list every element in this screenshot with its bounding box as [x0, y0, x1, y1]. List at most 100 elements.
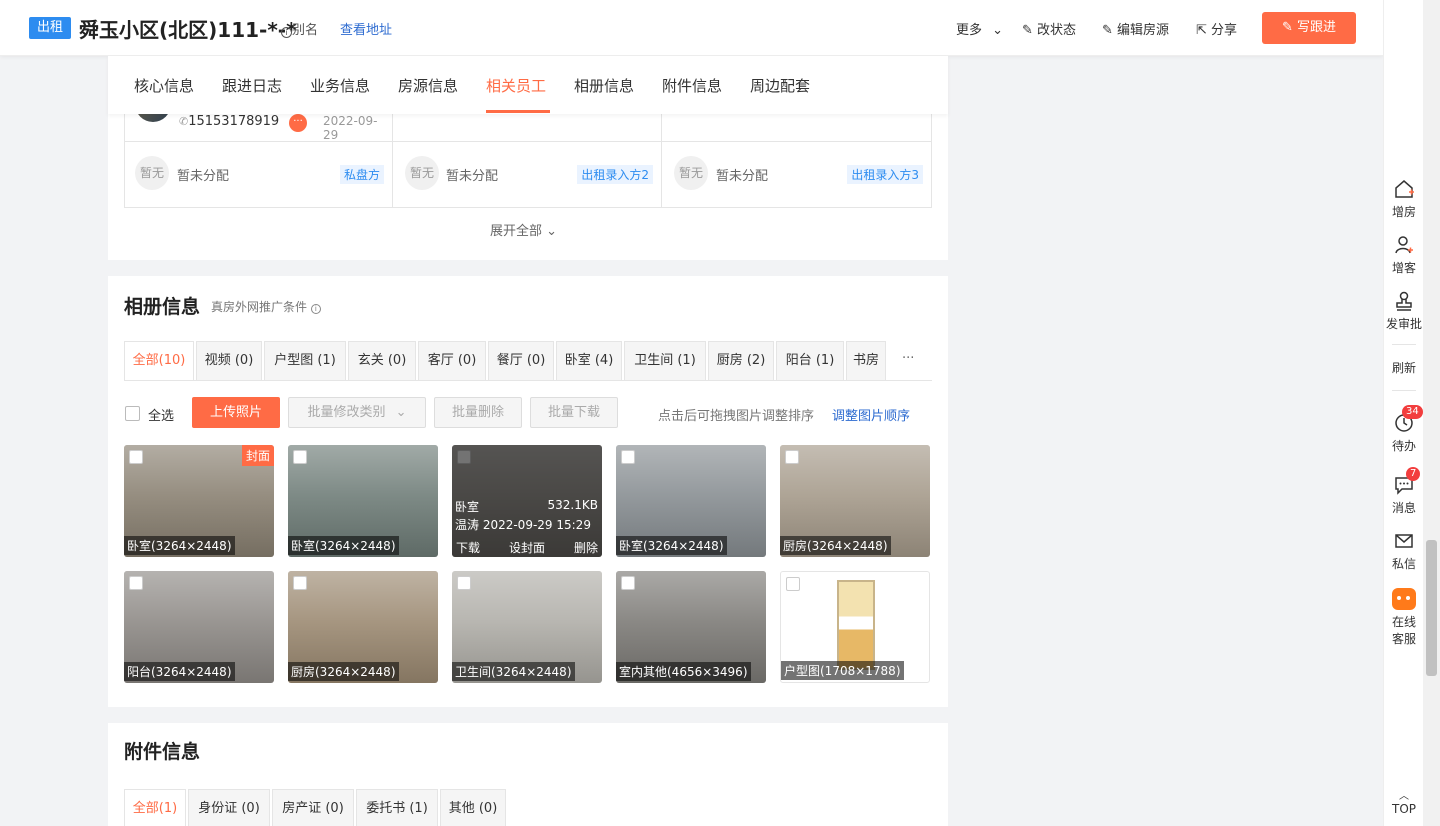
photo-delete-button[interactable]: 删除	[574, 539, 598, 556]
upload-photos-button[interactable]: 上传照片	[192, 397, 280, 428]
attachment-tab-property-cert[interactable]: 房产证 (0)	[272, 789, 354, 826]
edit-icon: ✎	[1102, 23, 1113, 38]
tab-core-info[interactable]: 核心信息	[134, 75, 194, 96]
add-house-button[interactable]: 增房	[1384, 178, 1424, 220]
phone-number[interactable]: ✆15153178919	[179, 114, 279, 129]
tab-followup-log[interactable]: 跟进日志	[222, 75, 282, 96]
share-icon: ⇱	[1196, 23, 1207, 38]
private-message-button[interactable]: 私信	[1384, 530, 1424, 572]
employee-name: 暂未分配	[446, 169, 499, 184]
photo-checkbox[interactable]	[129, 450, 143, 464]
attachments-section-title: 附件信息	[124, 741, 201, 763]
edit-listing-button[interactable]: ✎ 编辑房源	[1102, 19, 1169, 38]
tab-nearby-facilities[interactable]: 周边配套	[750, 75, 810, 96]
view-address-link[interactable]: 查看地址	[340, 19, 392, 38]
employee-name: 暂未分配	[716, 169, 769, 184]
batch-edit-category-button[interactable]: 批量修改类别 ⌄	[288, 397, 426, 428]
tab-related-staff[interactable]: 相关员工	[486, 75, 546, 96]
refresh-button[interactable]: 刷新	[1384, 359, 1424, 376]
floorplan-image	[837, 580, 875, 670]
category-tab-study[interactable]: 书房	[846, 341, 886, 381]
phone-icon: ✆	[179, 115, 189, 128]
tab-listing-info[interactable]: 房源信息	[398, 75, 458, 96]
attachment-tab-power-of-attorney[interactable]: 委托书 (1)	[356, 789, 438, 826]
employee-grid: ✆15153178919 ··· 2022-09-29 暂无 暂未分配 私盘方 …	[124, 86, 932, 208]
photo-thumbnail[interactable]: 封面 卧室(3264×2448)	[124, 445, 274, 557]
chevron-down-icon: ⌄	[992, 23, 1004, 38]
write-followup-button[interactable]: ✎ 写跟进	[1262, 12, 1356, 44]
info-icon: i	[310, 304, 321, 314]
photo-thumbnail[interactable]: 户型图(1708×1788)	[780, 571, 930, 683]
messages-button[interactable]: 消息 7	[1384, 467, 1424, 516]
add-client-button[interactable]: 增客	[1384, 234, 1424, 276]
more-categories-icon[interactable]: ···	[902, 351, 914, 366]
back-to-top-button[interactable]: ︿ TOP	[1384, 792, 1424, 817]
online-service-button[interactable]: 在线 客服	[1384, 588, 1424, 647]
promotion-conditions[interactable]: 真房外网推广条件 i	[211, 298, 321, 315]
share-button[interactable]: ⇱ 分享	[1196, 19, 1237, 38]
role-tag: 出租录入方3	[847, 165, 923, 184]
category-tab-all[interactable]: 全部(10)	[124, 341, 194, 381]
page-scrollbar[interactable]	[1423, 0, 1440, 826]
tab-business-info[interactable]: 业务信息	[310, 75, 370, 96]
category-tab-kitchen[interactable]: 厨房 (2)	[708, 341, 774, 381]
photo-thumbnail[interactable]: 卧室(3264×2448)	[616, 445, 766, 557]
photo-thumbnail[interactable]: 卧室 532.1KB 温涛 2022-09-29 15:29 下载 设封面 删除	[452, 445, 602, 557]
attachment-tab-other[interactable]: 其他 (0)	[440, 789, 506, 826]
category-tab-bedroom[interactable]: 卧室 (4)	[556, 341, 622, 381]
chat-icon[interactable]: ···	[289, 114, 307, 132]
scrollbar-thumb[interactable]	[1426, 540, 1437, 676]
attachment-tab-id-card[interactable]: 身份证 (0)	[188, 789, 270, 826]
photo-checkbox[interactable]	[786, 577, 800, 591]
photo-label: 卧室(3264×2448)	[288, 536, 399, 555]
user-plus-icon	[1395, 236, 1413, 254]
tab-attachment-info[interactable]: 附件信息	[662, 75, 722, 96]
submit-approval-button[interactable]: 发审批	[1384, 290, 1424, 332]
photo-download-button[interactable]: 下载	[456, 539, 480, 556]
photo-checkbox[interactable]	[621, 576, 635, 590]
batch-download-button[interactable]: 批量下载	[530, 397, 618, 428]
tab-album-info[interactable]: 相册信息	[574, 75, 634, 96]
category-tab-living-room[interactable]: 客厅 (0)	[418, 341, 486, 381]
sidebar-divider	[1392, 344, 1416, 345]
photo-thumbnail[interactable]: 阳台(3264×2448)	[124, 571, 274, 683]
envelope-icon	[1395, 534, 1413, 548]
category-tab-balcony[interactable]: 阳台 (1)	[776, 341, 844, 381]
category-tab-floorplan[interactable]: 户型图 (1)	[264, 341, 346, 381]
photo-thumbnail[interactable]: 卫生间(3264×2448)	[452, 571, 602, 683]
assign-date: 2022-09-29	[323, 114, 378, 142]
album-section-title: 相册信息	[124, 296, 201, 318]
select-all-label: 全选	[148, 409, 175, 424]
top-header: 出租 舜玉小区(北区)111-*-* i 别名 查看地址 更多 ⌄ ✎ 改状态 ✎…	[0, 0, 1383, 56]
set-cover-button[interactable]: 设封面	[509, 539, 545, 556]
photo-type: 卧室	[455, 500, 480, 514]
photo-thumbnail[interactable]: 厨房(3264×2448)	[288, 571, 438, 683]
page-title: 舜玉小区(北区)111-*-*	[79, 18, 297, 42]
photo-checkbox[interactable]	[785, 450, 799, 464]
related-employees-card: ✆15153178919 ··· 2022-09-29 暂无 暂未分配 私盘方 …	[108, 86, 948, 260]
expand-all-button[interactable]: 展开全部 ⌄	[490, 220, 557, 239]
select-all-checkbox[interactable]	[125, 406, 140, 421]
photo-checkbox[interactable]	[621, 450, 635, 464]
photo-checkbox[interactable]	[293, 576, 307, 590]
todo-button[interactable]: 待办 34	[1384, 405, 1424, 454]
photo-checkbox[interactable]	[129, 576, 143, 590]
photo-checkbox[interactable]	[457, 576, 471, 590]
category-tab-dining-room[interactable]: 餐厅 (0)	[488, 341, 554, 381]
photo-thumbnail[interactable]: 厨房(3264×2448)	[780, 445, 930, 557]
photo-thumbnail[interactable]: 室内其他(4656×3496)	[616, 571, 766, 683]
category-tab-video[interactable]: 视频 (0)	[196, 341, 262, 381]
photo-label: 卫生间(3264×2448)	[452, 662, 575, 681]
reorder-photos-link[interactable]: 调整图片顺序	[832, 405, 910, 424]
photo-thumbnail[interactable]: 卧室(3264×2448)	[288, 445, 438, 557]
photo-checkbox[interactable]	[293, 450, 307, 464]
category-tab-entrance[interactable]: 玄关 (0)	[348, 341, 416, 381]
change-status-button[interactable]: ✎ 改状态	[1022, 19, 1076, 38]
attachment-tab-all[interactable]: 全部(1)	[124, 789, 186, 826]
more-dropdown[interactable]: 更多 ⌄	[956, 19, 1003, 38]
album-card: 相册信息 真房外网推广条件 i 全部(10) 视频 (0) 户型图 (1) 玄关…	[108, 276, 948, 707]
avatar: 暂无	[135, 156, 169, 190]
batch-delete-button[interactable]: 批量删除	[434, 397, 522, 428]
category-tab-bathroom[interactable]: 卫生间 (1)	[624, 341, 706, 381]
alias-button[interactable]: i 别名	[281, 19, 318, 38]
